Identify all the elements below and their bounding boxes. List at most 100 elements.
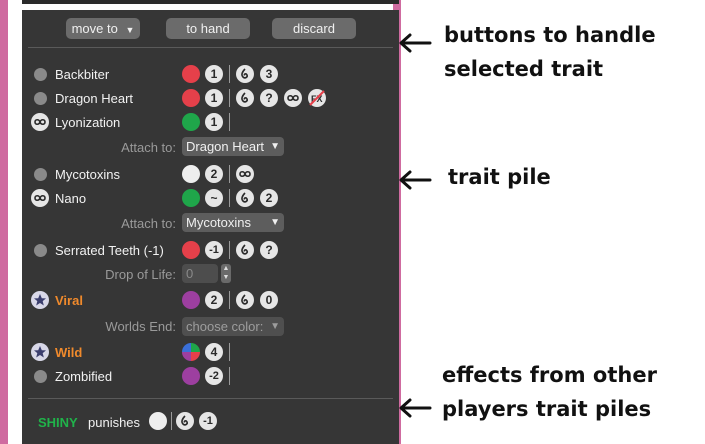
effect-badge: ?: [260, 89, 278, 107]
trait-row-zombified[interactable]: Zombified -2: [22, 367, 399, 389]
infinity-icon: [31, 113, 49, 131]
trait-name: Mycotoxins: [55, 167, 121, 182]
divider-bottom: [28, 398, 393, 399]
annotation-text: effects from other: [442, 363, 657, 387]
gray-dot-icon: [34, 92, 47, 105]
to-hand-button[interactable]: to hand: [166, 18, 250, 39]
cost-badge: 1: [205, 113, 223, 131]
move-to-label: move to: [71, 21, 118, 36]
annotation-text: selected trait: [444, 57, 604, 81]
separator: [229, 367, 230, 385]
annotation-text: players trait piles: [442, 397, 652, 421]
trait-name: Viral: [55, 293, 83, 308]
cost-badge: -1: [205, 241, 223, 259]
multi-color-icon: [182, 343, 200, 361]
attach-value: Dragon Heart: [186, 139, 265, 154]
trait-row-viral[interactable]: Viral 2 0: [22, 291, 399, 313]
purple-color-icon: [182, 367, 200, 385]
move-to-select[interactable]: move to ▼: [66, 18, 140, 39]
trait-row-nano[interactable]: Nano ~ 2: [22, 189, 399, 211]
food-swirl-icon: [176, 412, 194, 430]
trait-name: Zombified: [55, 369, 113, 384]
infinity-icon: [31, 189, 49, 207]
trait-row-lyonization[interactable]: Lyonization 1: [22, 113, 399, 135]
left-border: [0, 0, 8, 444]
red-color-icon: [182, 89, 200, 107]
attach-select-1[interactable]: Dragon Heart ▼: [182, 137, 284, 156]
green-color-icon: [182, 189, 200, 207]
drop-of-life-input[interactable]: 0: [182, 264, 218, 283]
trait-panel: move to ▼ to hand discard Backbiter 1 3 …: [8, 0, 399, 444]
white-color-icon: [182, 165, 200, 183]
attach-label: Attach to:: [121, 140, 176, 155]
separator: [229, 89, 230, 107]
punish-value-badge: -1: [199, 412, 217, 430]
effect-badge: 0: [260, 291, 278, 309]
worlds-end-select[interactable]: choose color: ▼: [182, 317, 284, 336]
gray-dot-icon: [34, 68, 47, 81]
trait-row-backbiter[interactable]: Backbiter 1 3: [22, 65, 399, 87]
food-swirl-icon: [236, 89, 254, 107]
trait-name: Wild: [55, 345, 83, 360]
separator: [229, 241, 230, 259]
drop-of-life-label: Drop of Life:: [105, 267, 176, 282]
cost-badge: 1: [205, 89, 223, 107]
effect-badge: 3: [260, 65, 278, 83]
food-swirl-icon: [236, 241, 254, 259]
attach-select-2[interactable]: Mycotoxins ▼: [182, 213, 284, 232]
purple-color-icon: [182, 291, 200, 309]
drop-of-life-stepper[interactable]: ▲ ▼: [221, 264, 231, 283]
infinity-icon: [236, 165, 254, 183]
food-swirl-icon: [236, 291, 254, 309]
attach-value: Mycotoxins: [186, 215, 252, 230]
separator: [229, 113, 230, 131]
food-swirl-icon: [236, 65, 254, 83]
cost-badge: ~: [205, 189, 223, 207]
fx-icon: FX: [308, 89, 326, 107]
arrow-icon: [399, 33, 432, 53]
effect-badge: ?: [260, 241, 278, 259]
separator: [229, 291, 230, 309]
to-hand-label: to hand: [186, 21, 230, 36]
discard-button[interactable]: discard: [272, 18, 356, 39]
chevron-down-icon: ▼: [125, 25, 135, 35]
chevron-down-icon: ▼: [270, 217, 280, 228]
star-icon: [31, 343, 49, 361]
trait-row-dragon-heart[interactable]: Dragon Heart 1 ? FX: [22, 89, 399, 111]
effect-badge: 2: [260, 189, 278, 207]
trait-row-wild[interactable]: Wild 4: [22, 343, 399, 365]
chevron-down-icon: ▼: [270, 141, 280, 152]
attach-label: Attach to:: [121, 216, 176, 231]
trait-name: Backbiter: [55, 67, 110, 82]
drop-of-life-value: 0: [186, 266, 194, 281]
separator: [229, 65, 230, 83]
arrow-icon: [399, 170, 432, 190]
gray-dot-icon: [34, 370, 47, 383]
separator: [229, 343, 230, 361]
trait-name: Nano: [55, 191, 87, 206]
cost-badge: 2: [205, 165, 223, 183]
red-color-icon: [182, 241, 200, 259]
red-color-icon: [182, 65, 200, 83]
panel-top-bar: [22, 0, 399, 4]
discard-label: discard: [293, 21, 335, 36]
cost-badge: -2: [205, 367, 223, 385]
worlds-end-value: choose color:: [186, 319, 264, 334]
star-icon: [31, 291, 49, 309]
infinity-icon: [284, 89, 302, 107]
cost-badge: 2: [205, 291, 223, 309]
white-color-icon: [149, 412, 167, 430]
separator: [229, 189, 230, 207]
trait-row-mycotoxins[interactable]: Mycotoxins 2: [22, 165, 399, 187]
food-swirl-icon: [236, 189, 254, 207]
annotation-text: trait pile: [448, 165, 551, 189]
arrow-icon: [399, 398, 432, 418]
gray-dot-icon: [34, 168, 47, 181]
trait-row-serrated-teeth[interactable]: Serrated Teeth (-1) -1 ?: [22, 241, 399, 263]
trait-name: Serrated Teeth (-1): [55, 243, 164, 258]
trait-name: Lyonization: [55, 115, 121, 130]
trait-name: Dragon Heart: [55, 91, 134, 106]
cost-badge: 1: [205, 65, 223, 83]
divider-top: [28, 47, 393, 48]
separator: [171, 412, 172, 430]
